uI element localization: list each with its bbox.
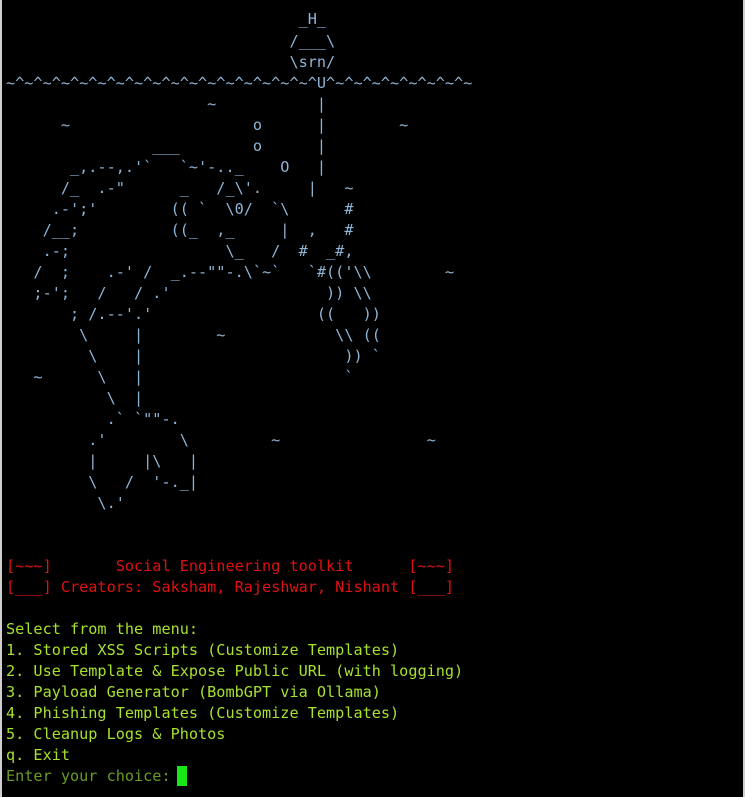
ascii-art-line: /__; ((_ ,_ | , # (6, 221, 354, 239)
terminal-cursor[interactable] (177, 766, 187, 786)
ascii-art-line: \ | )) ` (6, 347, 381, 365)
ascii-art-line: ; /.--'.' (( )) (6, 305, 381, 323)
ascii-art-line: \ | (6, 389, 144, 407)
menu-item-expose-url: 2. Use Template & Expose Public URL (wit… (6, 662, 464, 680)
terminal-window[interactable]: _H_ /___\ \srn/ ~^~^~^~^~^~^~^~^~^~^~^~^… (0, 0, 745, 797)
ascii-art-line: \srn/ (6, 53, 336, 71)
menu-item-exit: q. Exit (6, 746, 71, 764)
ascii-art-line: _,.--,.'` `~'-.._ O | (6, 158, 327, 176)
ascii-art-line: \ / '-._| (6, 473, 199, 491)
menu-item-phishing-templates: 4. Phishing Templates (Customize Templat… (6, 704, 400, 722)
ascii-art-line: .-; \_ / # _#, (6, 242, 354, 260)
ascii-art-line: | |\ | (6, 452, 199, 470)
ascii-art-line: .' \ ~ ~ (6, 431, 436, 449)
ascii-art-line: _H_ (6, 10, 327, 28)
banner-creators: [___] Creators: Saksham, Rajeshwar, Nish… (6, 578, 455, 596)
ascii-art-line: ~ | (6, 95, 327, 113)
ascii-art-line: ~ o | ~ (6, 116, 409, 134)
ascii-art-line: ~ \ | ` (6, 368, 354, 386)
ascii-art-line: .` `""-. (6, 410, 180, 428)
menu-item-cleanup: 5. Cleanup Logs & Photos (6, 725, 226, 743)
ascii-art-line: ___ o | (6, 137, 327, 155)
ascii-art-line: /___\ (6, 32, 336, 50)
ascii-art-line: .-';' (( ` \0/ `\ # (6, 200, 354, 218)
menu-item-stored-xss: 1. Stored XSS Scripts (Customize Templat… (6, 641, 400, 659)
menu-header: Select from the menu: (6, 620, 199, 638)
menu-item-payload-generator: 3. Payload Generator (BombGPT via Ollama… (6, 683, 381, 701)
choice-prompt-label: Enter your choice: (6, 767, 180, 785)
ascii-art-line: ~^~^~^~^~^~^~^~^~^~^~^~^~^~^~^~^~^U^~^~^… (6, 74, 473, 92)
ascii-art-line: ;-'; / / .' )) \\ (6, 284, 372, 302)
ascii-art-line: /_ .-" _ /_\'. | ~ (6, 179, 354, 197)
ascii-art-line: \.' (6, 494, 125, 512)
ascii-art-line: \ | ~ \\ (( (6, 326, 381, 344)
banner-title: [~~~] Social Engineering toolkit [~~~] (6, 557, 455, 575)
ascii-art-line: / ; .-' / _.--""-.\`~` `#(('\\ ~ (6, 263, 455, 281)
